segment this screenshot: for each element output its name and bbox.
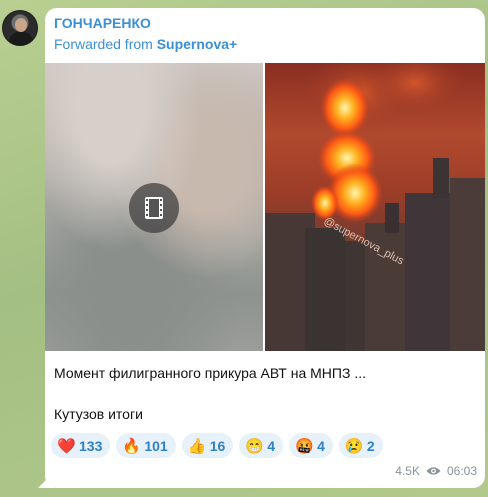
reaction-count: 2 bbox=[366, 437, 375, 454]
reaction-count: 4 bbox=[317, 437, 325, 454]
reaction-heart[interactable]: ❤️ 133 bbox=[51, 433, 111, 458]
fire-photo[interactable]: @supernova_plus bbox=[265, 63, 485, 351]
fire-icon: 🔥 bbox=[122, 437, 142, 455]
angry-face-icon: 🤬 bbox=[295, 437, 314, 455]
sender-avatar[interactable] bbox=[2, 10, 38, 46]
message-time: 06:03 bbox=[446, 464, 477, 478]
sender-name[interactable]: ГОНЧАРЕНКО bbox=[54, 15, 151, 31]
crying-face-icon: 😢 bbox=[344, 437, 364, 455]
reaction-count: 101 bbox=[144, 437, 168, 454]
message-caption-secondary: Кутузов итоги bbox=[54, 406, 143, 422]
avatar-head bbox=[15, 18, 27, 32]
eye-icon bbox=[426, 467, 441, 475]
avatar-body bbox=[9, 32, 33, 45]
reaction-count: 16 bbox=[209, 437, 226, 454]
film-icon bbox=[145, 197, 163, 219]
reactions-bar: ❤️ 133 🔥 101 👍 16 😁 4 🤬 4 😢 2 bbox=[51, 433, 383, 458]
media-album: @supernova_plus bbox=[45, 63, 485, 351]
message-caption: Момент филигранного прикура АВТ на МНПЗ … bbox=[54, 365, 366, 381]
reaction-thumbs-up[interactable]: 👍 16 bbox=[181, 433, 234, 458]
view-count: 4.5K bbox=[395, 464, 420, 478]
video-thumbnail[interactable] bbox=[45, 63, 263, 351]
thumbs-up-icon: 👍 bbox=[187, 437, 207, 455]
forwarded-prefix: Forwarded from bbox=[54, 36, 157, 52]
fire-scene: @supernova_plus bbox=[265, 63, 485, 351]
reaction-grinning-face[interactable]: 😁 4 bbox=[239, 433, 284, 458]
heart-icon: ❤️ bbox=[57, 437, 76, 455]
reaction-count: 133 bbox=[79, 437, 103, 454]
message-bubble[interactable]: ГОНЧАРЕНКО Forwarded from Supernova+ @su… bbox=[45, 8, 485, 488]
forwarded-source[interactable]: Supernova+ bbox=[157, 36, 238, 52]
forwarded-header[interactable]: Forwarded from Supernova+ bbox=[54, 36, 237, 52]
reaction-crying-face[interactable]: 😢 2 bbox=[338, 433, 383, 458]
message-meta: 4.5K 06:03 bbox=[395, 464, 477, 478]
reaction-fire[interactable]: 🔥 101 bbox=[116, 433, 176, 458]
video-play-button[interactable] bbox=[129, 183, 179, 233]
grinning-face-icon: 😁 bbox=[245, 437, 264, 455]
reaction-angry-face[interactable]: 🤬 4 bbox=[289, 433, 333, 458]
reaction-count: 4 bbox=[267, 437, 276, 454]
